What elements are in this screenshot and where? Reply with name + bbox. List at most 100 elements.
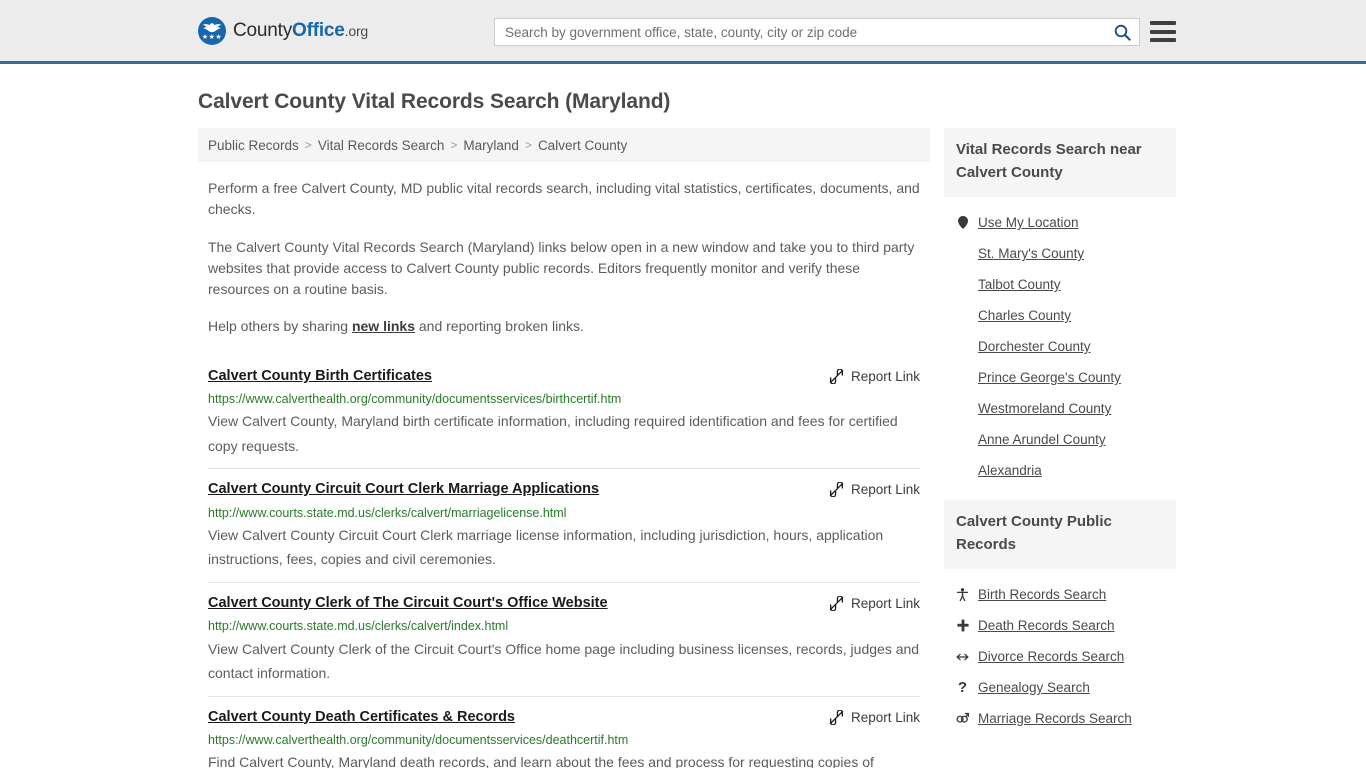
cross-icon xyxy=(956,619,969,632)
birth-records-search-link[interactable]: Birth Records Search xyxy=(978,587,1106,602)
content-columns: Public Records > Vital Records Search > … xyxy=(0,128,1366,768)
breadcrumb-item-vital-records-search[interactable]: Vital Records Search xyxy=(318,138,445,153)
search-icon xyxy=(1114,24,1131,41)
search-bar[interactable] xyxy=(494,18,1140,46)
result-item: Calvert County Clerk of The Circuit Cour… xyxy=(208,581,920,696)
report-link-button[interactable]: Report Link xyxy=(829,481,920,498)
sidebar: Vital Records Search near Calvert County… xyxy=(944,128,1176,734)
result-title-link[interactable]: Calvert County Death Certificates & Reco… xyxy=(208,709,515,726)
result-url: https://www.calverthealth.org/community/… xyxy=(208,732,629,747)
hamburger-menu-icon[interactable] xyxy=(1150,21,1176,42)
list-item[interactable]: Marriage Records Search xyxy=(944,703,1176,734)
report-link-button[interactable]: Report Link xyxy=(829,709,920,725)
public-records-panel-list: Birth Records Search Death Records Searc… xyxy=(944,569,1176,734)
nearby-county-link[interactable]: Charles County xyxy=(978,308,1071,323)
logo-text-county: County xyxy=(233,19,293,41)
eagle-seal-logo-icon: ★★★ xyxy=(198,16,226,45)
breadcrumb-item-calvert-county: Calvert County xyxy=(537,137,628,153)
nearby-county-link[interactable]: Alexandria xyxy=(978,463,1042,478)
report-link-label: Report Link xyxy=(850,482,920,498)
hamburger-bar-2 xyxy=(1150,29,1176,34)
intro-paragraph-1: Perform a free Calvert County, MD public… xyxy=(208,180,920,218)
nearby-county-link[interactable]: St. Mary's County xyxy=(978,246,1084,261)
list-item[interactable]: Birth Records Search xyxy=(944,579,1176,610)
broken-link-icon xyxy=(829,368,844,384)
site-header: ★★★ CountyOffice.org xyxy=(0,0,1366,64)
result-title-link[interactable]: Calvert County Circuit Court Clerk Marri… xyxy=(208,481,599,498)
baby-icon xyxy=(956,588,969,601)
nearby-county-link[interactable]: Anne Arundel County xyxy=(978,432,1106,447)
public-records-panel-title: Calvert County Public Records xyxy=(944,500,1176,569)
result-url: https://www.calverthealth.org/community/… xyxy=(208,391,622,406)
list-item[interactable]: ? Genealogy Search xyxy=(944,672,1176,703)
death-records-search-link[interactable]: Death Records Search xyxy=(978,618,1115,633)
stars-icon: ★★★ xyxy=(201,33,223,41)
result-description: Find Calvert County, Maryland death reco… xyxy=(208,754,874,768)
result-description: View Calvert County Clerk of the Circuit… xyxy=(208,640,920,682)
list-item[interactable]: Anne Arundel County xyxy=(944,424,1176,455)
result-description: View Calvert County, Maryland birth cert… xyxy=(208,413,898,454)
report-link-button[interactable]: Report Link xyxy=(829,368,920,384)
broken-link-icon xyxy=(829,595,844,611)
breadcrumb-separator: > xyxy=(524,138,532,152)
logo-text-office: Office xyxy=(292,19,345,41)
genealogy-search-link[interactable]: Genealogy Search xyxy=(978,680,1090,695)
main-content: Public Records > Vital Records Search > … xyxy=(198,128,930,768)
report-link-label: Report Link xyxy=(850,368,920,384)
result-url: http://www.courts.state.md.us/clerks/cal… xyxy=(208,505,567,520)
broken-link-icon xyxy=(829,709,844,725)
result-title-link[interactable]: Calvert County Clerk of The Circuit Cour… xyxy=(208,595,608,612)
list-item[interactable]: Divorce Records Search xyxy=(944,641,1176,672)
result-description: View Calvert County Circuit Court Clerk … xyxy=(208,526,884,568)
result-header: Calvert County Death Certificates & Reco… xyxy=(208,709,920,726)
divorce-records-search-link[interactable]: Divorce Records Search xyxy=(978,649,1124,664)
breadcrumb-item-public-records[interactable]: Public Records xyxy=(208,138,299,153)
result-title-link[interactable]: Calvert County Birth Certificates xyxy=(208,368,432,385)
intro-text-after-link: and reporting broken links. xyxy=(415,318,584,335)
nearby-county-link[interactable]: Prince George's County xyxy=(978,370,1121,385)
intro-section: Perform a free Calvert County, MD public… xyxy=(198,178,930,338)
site-logo[interactable]: ★★★ CountyOffice.org xyxy=(198,16,368,45)
question-mark-icon: ? xyxy=(957,679,968,696)
result-header: Calvert County Circuit Court Clerk Marri… xyxy=(208,481,920,498)
use-my-location-link[interactable]: Use My Location xyxy=(978,215,1079,230)
nearby-panel-title: Vital Records Search near Calvert County xyxy=(944,128,1176,197)
broken-link-icon xyxy=(829,482,844,498)
result-header: Calvert County Clerk of The Circuit Cour… xyxy=(208,595,920,612)
new-links-link[interactable]: new links xyxy=(352,318,415,334)
breadcrumb: Public Records > Vital Records Search > … xyxy=(198,128,930,162)
list-item[interactable]: Westmoreland County xyxy=(944,393,1176,424)
report-link-button[interactable]: Report Link xyxy=(829,595,920,611)
intro-paragraph-2: The Calvert County Vital Records Search … xyxy=(208,238,915,298)
list-item[interactable]: Death Records Search xyxy=(944,610,1176,641)
map-pin-icon xyxy=(956,216,969,229)
list-item[interactable]: Use My Location xyxy=(944,207,1176,238)
list-item[interactable]: Talbot County xyxy=(944,269,1176,300)
list-item[interactable]: Dorchester County xyxy=(944,331,1176,362)
breadcrumb-item-maryland[interactable]: Maryland xyxy=(463,138,519,153)
list-item[interactable]: Prince George's County xyxy=(944,362,1176,393)
breadcrumb-separator: > xyxy=(304,138,312,152)
nearby-vital-records-panel: Vital Records Search near Calvert County… xyxy=(944,128,1176,486)
result-url: http://www.courts.state.md.us/clerks/cal… xyxy=(208,619,509,634)
intro-text-before-link: Help others by sharing xyxy=(208,318,352,335)
panel-spacer xyxy=(944,486,1176,500)
list-item[interactable]: St. Mary's County xyxy=(944,238,1176,269)
list-item[interactable]: Alexandria xyxy=(944,455,1176,486)
search-button[interactable] xyxy=(1105,19,1139,45)
hamburger-bar-1 xyxy=(1150,21,1176,25)
public-records-panel: Calvert County Public Records Birth Reco… xyxy=(944,500,1176,734)
result-header: Calvert County Birth Certificates Report… xyxy=(208,368,920,385)
report-link-label: Report Link xyxy=(850,595,920,611)
nearby-county-link[interactable]: Westmoreland County xyxy=(978,401,1111,416)
nearby-county-link[interactable]: Talbot County xyxy=(978,277,1061,292)
nearby-panel-list: Use My Location St. Mary's County Talbot… xyxy=(944,197,1176,486)
nearby-county-link[interactable]: Dorchester County xyxy=(978,339,1091,354)
result-item: Calvert County Circuit Court Clerk Marri… xyxy=(208,468,920,582)
report-link-label: Report Link xyxy=(850,709,920,725)
intro-paragraph-3: Help others by sharing new links and rep… xyxy=(208,316,920,337)
search-input[interactable] xyxy=(495,19,1105,45)
list-item[interactable]: Charles County xyxy=(944,300,1176,331)
left-right-arrow-icon xyxy=(956,652,969,662)
marriage-records-search-link[interactable]: Marriage Records Search xyxy=(978,711,1132,726)
